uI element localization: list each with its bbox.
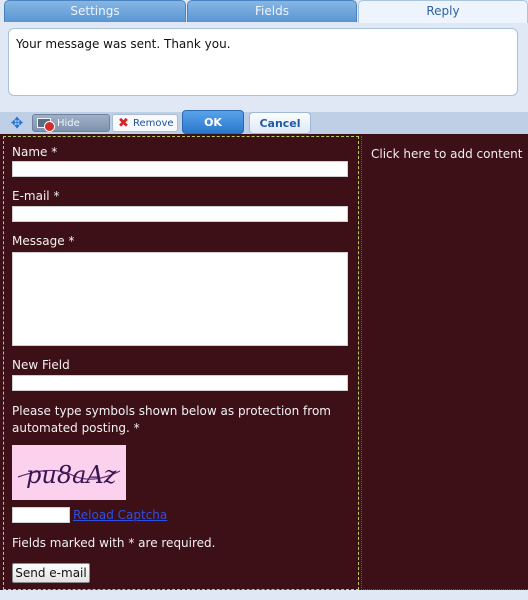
required-note: Fields marked with * are required. — [12, 536, 216, 550]
remove-x-icon: ✖ — [118, 116, 129, 131]
captcha-prompt-line2: automated posting. * — [12, 421, 140, 435]
new-field-input[interactable] — [12, 375, 348, 391]
message-label: Message * — [12, 234, 75, 248]
send-email-button[interactable]: Send e-mail — [12, 563, 90, 583]
reload-captcha-link[interactable]: Reload Captcha — [73, 508, 167, 522]
captcha-image: pu8aAz — [12, 445, 126, 500]
hide-panel-button[interactable]: Hide Panel — [32, 114, 110, 147]
settings-panel: Settings Fields Reply Your message was s… — [0, 0, 528, 112]
captcha-input[interactable] — [12, 507, 70, 523]
remove-label: Remove — [133, 118, 174, 129]
add-content-placeholder[interactable]: Click here to add content — [371, 147, 522, 161]
tab-fields[interactable]: Fields — [187, 0, 357, 22]
name-label: Name * — [12, 145, 58, 159]
email-label: E-mail * — [12, 189, 60, 203]
hide-panel-icon — [37, 118, 55, 132]
new-field-label: New Field — [12, 358, 70, 372]
cancel-button[interactable]: Cancel — [249, 112, 311, 134]
move-arrows-icon[interactable]: ✥ — [8, 114, 26, 132]
email-input[interactable] — [12, 206, 348, 222]
tab-settings[interactable]: Settings — [4, 0, 186, 22]
name-input[interactable] — [12, 161, 348, 177]
content-placeholder-area[interactable]: Click here to add content — [361, 136, 528, 590]
tab-bar: Settings Fields Reply — [0, 0, 528, 23]
reply-message-field[interactable]: Your message was sent. Thank you. — [8, 28, 518, 96]
message-textarea[interactable] — [12, 252, 348, 346]
editor-toolbar: ✥ Hide Panel ✖ Remove OK Cancel — [0, 110, 528, 147]
contact-form[interactable]: Name * E-mail * Message * New Field Plea… — [3, 136, 359, 590]
captcha-prompt-line1: Please type symbols shown below as prote… — [12, 404, 331, 418]
tab-reply[interactable]: Reply — [358, 0, 528, 23]
captcha-text: pu8aAz — [26, 461, 117, 489]
bottom-strip — [0, 590, 528, 600]
ok-button[interactable]: OK — [182, 110, 244, 134]
remove-button[interactable]: ✖ Remove — [112, 114, 178, 132]
